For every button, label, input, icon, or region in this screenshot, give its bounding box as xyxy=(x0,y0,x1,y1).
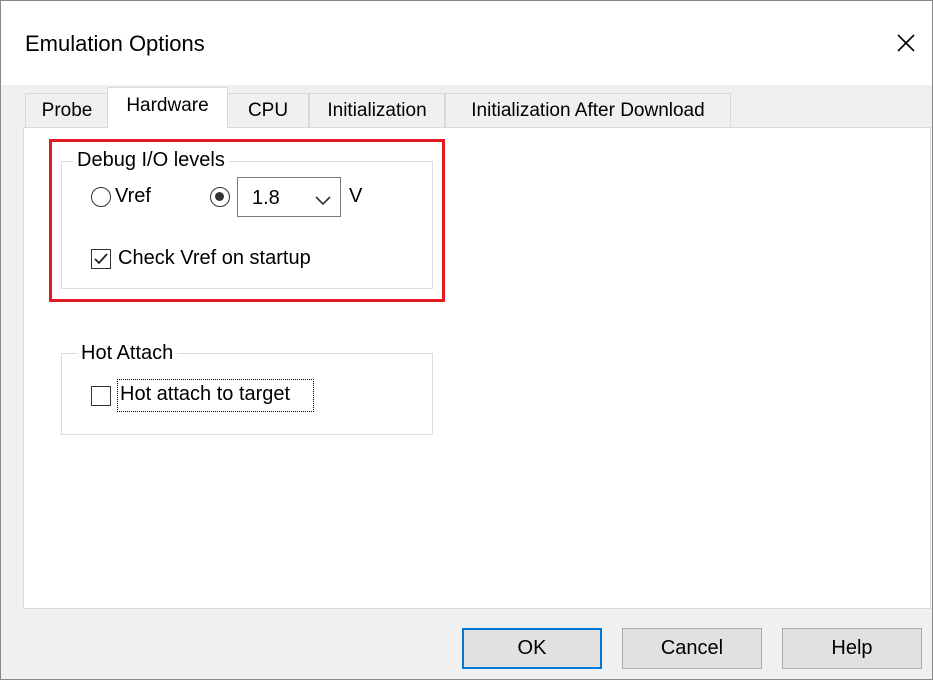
tab-probe[interactable]: Probe xyxy=(25,93,109,127)
debug-io-levels-label: Debug I/O levels xyxy=(73,149,229,172)
tab-hardware[interactable]: Hardware xyxy=(107,87,228,128)
cancel-button[interactable]: Cancel xyxy=(622,628,762,669)
radio-selected-dot xyxy=(215,192,224,201)
hot-attach-label: Hot attach to target xyxy=(120,383,291,405)
tab-initialization-label: Initialization xyxy=(327,100,427,121)
title-bar: Emulation Options xyxy=(1,1,932,85)
fixed-voltage-radio[interactable] xyxy=(210,187,230,207)
tab-initialization-after-download[interactable]: Initialization After Download xyxy=(445,93,731,127)
checkmark-icon xyxy=(94,253,108,265)
check-vref-label: Check Vref on startup xyxy=(118,247,311,269)
hot-attach-group-label: Hot Attach xyxy=(77,342,178,365)
vref-radio[interactable] xyxy=(91,187,111,207)
chevron-down-icon xyxy=(314,190,332,213)
tab-cpu-label: CPU xyxy=(247,100,289,121)
tab-initialization-after-download-label: Initialization After Download xyxy=(471,100,705,121)
tab-initialization[interactable]: Initialization xyxy=(309,93,445,127)
ok-button[interactable]: OK xyxy=(462,628,602,669)
close-icon[interactable] xyxy=(886,23,926,63)
vref-label: Vref xyxy=(115,185,151,207)
hot-attach-checkbox[interactable] xyxy=(91,386,111,406)
tab-probe-label: Probe xyxy=(41,100,93,121)
tab-cpu[interactable]: CPU xyxy=(227,93,309,127)
emulation-options-dialog: Emulation Options Probe Hardware CPU Ini… xyxy=(0,0,933,680)
check-vref-checkbox[interactable] xyxy=(91,249,111,269)
voltage-value: 1.8 xyxy=(252,187,280,209)
window-title: Emulation Options xyxy=(25,31,205,56)
help-button[interactable]: Help xyxy=(782,628,922,669)
voltage-unit-label: V xyxy=(349,185,363,207)
voltage-select[interactable]: 1.8 xyxy=(237,177,341,217)
tab-hardware-label: Hardware xyxy=(126,95,209,116)
